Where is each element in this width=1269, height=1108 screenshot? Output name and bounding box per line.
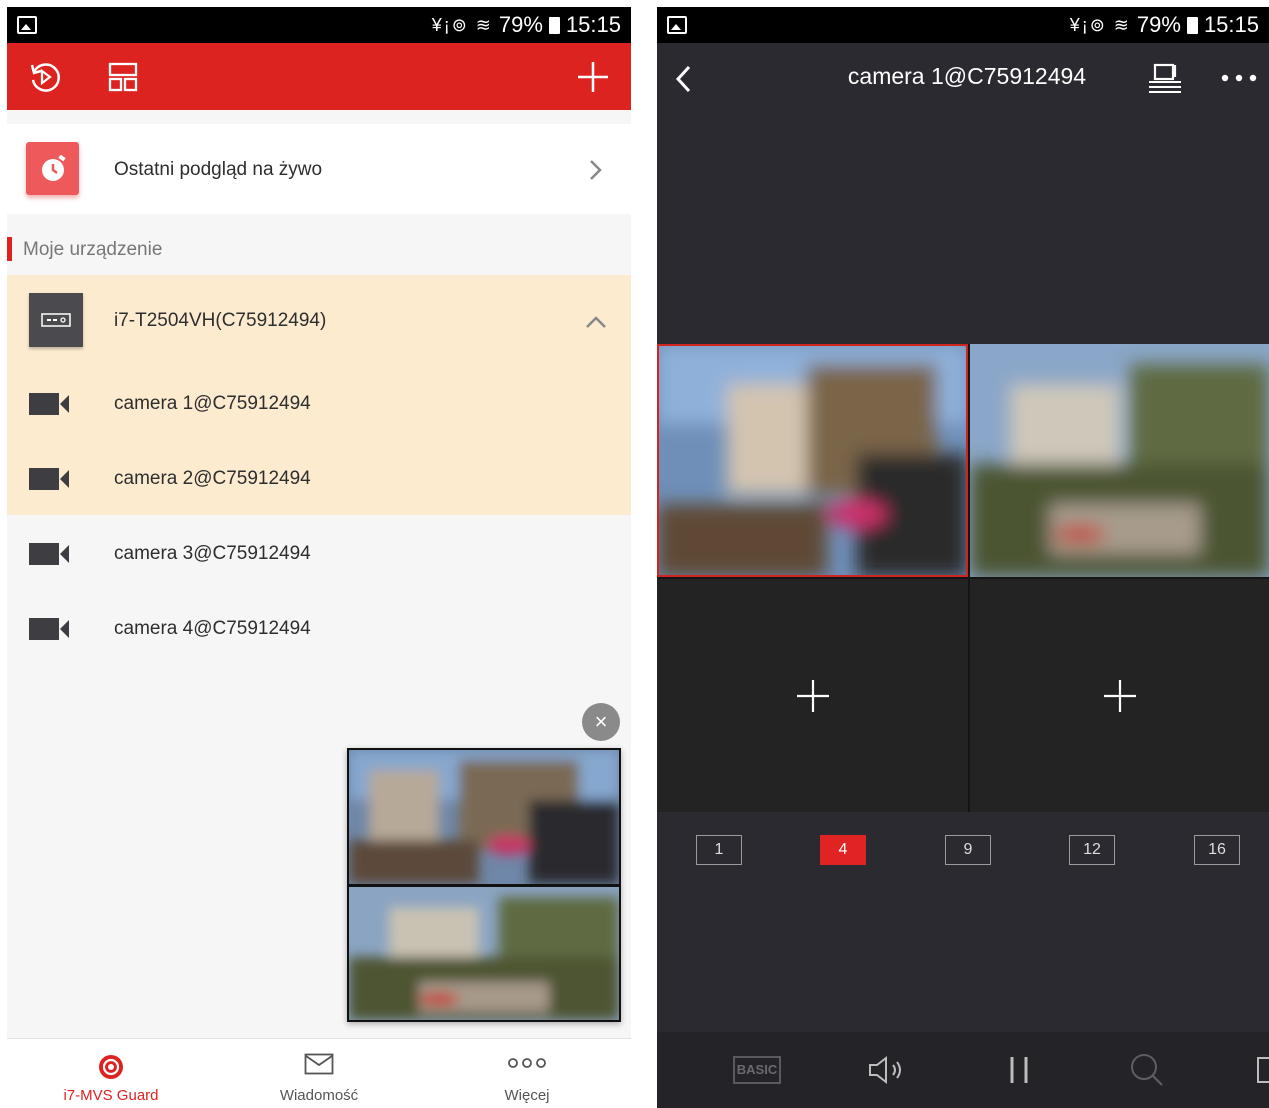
app-header (7, 43, 631, 110)
empty-video-cell[interactable] (970, 579, 1269, 812)
video-feed (349, 887, 619, 1020)
bottom-nav: i7-MVS Guard Wiadomość Więcej (7, 1038, 631, 1108)
split-9-button[interactable]: 9 (945, 835, 991, 865)
multi-screen-icon[interactable] (1147, 63, 1183, 93)
camera-icon (29, 618, 69, 640)
speaker-icon[interactable] (865, 1032, 909, 1108)
playback-icon[interactable] (25, 43, 65, 110)
camera-row[interactable]: camera 3@C75912494 (7, 515, 631, 590)
gallery-notification-icon (17, 16, 37, 34)
camera-name: camera 2@C75912494 (114, 468, 311, 489)
device-row[interactable]: i7-T2504VH(C75912494) (7, 275, 631, 365)
video-feed (349, 750, 619, 884)
playback-toolbar: BASIC (657, 1032, 1269, 1108)
empty-video-cell[interactable] (657, 579, 968, 812)
battery-percent: 79% (498, 12, 543, 37)
chevron-right-icon (590, 160, 602, 180)
camera-name: camera 3@C75912494 (114, 543, 311, 564)
nav-item-guard[interactable]: i7-MVS Guard (7, 1039, 215, 1108)
video-feed (657, 344, 968, 577)
my-devices-title: Moje urządzenie (23, 239, 163, 260)
split-1-button[interactable]: 1 (696, 835, 742, 865)
device-list-screen: ¥¡⊚ ≋ 79% 15:15 Ostatni podgląd na żywo … (7, 7, 631, 1108)
camera-row[interactable]: camera 2@C75912494 (7, 440, 631, 515)
clock-icon (26, 142, 79, 195)
add-camera-icon[interactable] (1103, 679, 1137, 713)
live-view-screen: ¥¡⊚ ≋ 79% 15:15 camera 1@C75912494 1 4 9… (657, 7, 1269, 1108)
mini-player[interactable] (347, 748, 621, 1022)
nav-label: i7-MVS Guard (63, 1087, 159, 1104)
camera-name: camera 4@C75912494 (114, 618, 311, 639)
clock: 15:15 (1203, 12, 1259, 37)
split-12-button[interactable]: 12 (1069, 835, 1115, 865)
nav-label: Wiadomość (279, 1087, 359, 1104)
status-bar: ¥¡⊚ ≋ 79% 15:15 (657, 7, 1269, 43)
more-icon[interactable] (1221, 73, 1257, 83)
gallery-notification-icon (667, 16, 687, 34)
camera-name: camera 1@C75912494 (114, 393, 311, 414)
more-icon (508, 1058, 546, 1068)
split-4-button[interactable]: 4 (820, 835, 866, 865)
split-16-button[interactable]: 16 (1194, 835, 1240, 865)
message-icon (304, 1053, 334, 1075)
close-mini-player-button[interactable]: × (582, 703, 620, 741)
guard-icon (99, 1055, 123, 1079)
pause-icon[interactable] (1002, 1032, 1036, 1108)
battery-icon (1186, 16, 1198, 34)
camera-row[interactable]: camera 1@C75912494 (7, 365, 631, 440)
battery-percent: 79% (1136, 12, 1181, 37)
video-cell-1[interactable] (657, 344, 968, 577)
nav-label: Więcej (504, 1087, 550, 1104)
add-camera-icon[interactable] (796, 679, 830, 713)
dvr-icon (29, 293, 83, 347)
camera-icon (29, 468, 69, 490)
zoom-icon[interactable] (1127, 1032, 1167, 1108)
layout-icon[interactable] (103, 43, 143, 110)
video-feed (970, 344, 1269, 577)
camera-row[interactable]: camera 4@C75912494 (7, 590, 631, 665)
quality-button[interactable]: BASIC (732, 1032, 782, 1108)
chevron-up-icon[interactable] (585, 315, 607, 329)
status-icons: ¥¡⊚ ≋ (1069, 14, 1131, 35)
add-device-icon[interactable] (573, 43, 613, 110)
clock: 15:15 (565, 12, 621, 37)
section-title: Moje urządzenie (7, 237, 631, 263)
recent-live-view-label: Ostatni podgląd na żywo (114, 159, 323, 180)
status-icons: ¥¡⊚ ≋ (431, 14, 493, 35)
video-cell-2[interactable] (970, 344, 1269, 577)
device-name: i7-T2504VH(C75912494) (114, 310, 327, 331)
status-bar: ¥¡⊚ ≋ 79% 15:15 (7, 7, 631, 43)
capture-icon[interactable] (1255, 1032, 1269, 1108)
camera-icon (29, 543, 69, 565)
camera-icon (29, 393, 69, 415)
quality-label: BASIC (733, 1056, 781, 1084)
recent-live-view-row[interactable]: Ostatni podgląd na żywo (7, 124, 631, 214)
live-view-header: camera 1@C75912494 (657, 43, 1269, 113)
nav-item-message[interactable]: Wiadomość (215, 1039, 423, 1108)
video-grid (657, 344, 1269, 812)
nav-item-more[interactable]: Więcej (423, 1039, 631, 1108)
battery-icon (548, 16, 560, 34)
